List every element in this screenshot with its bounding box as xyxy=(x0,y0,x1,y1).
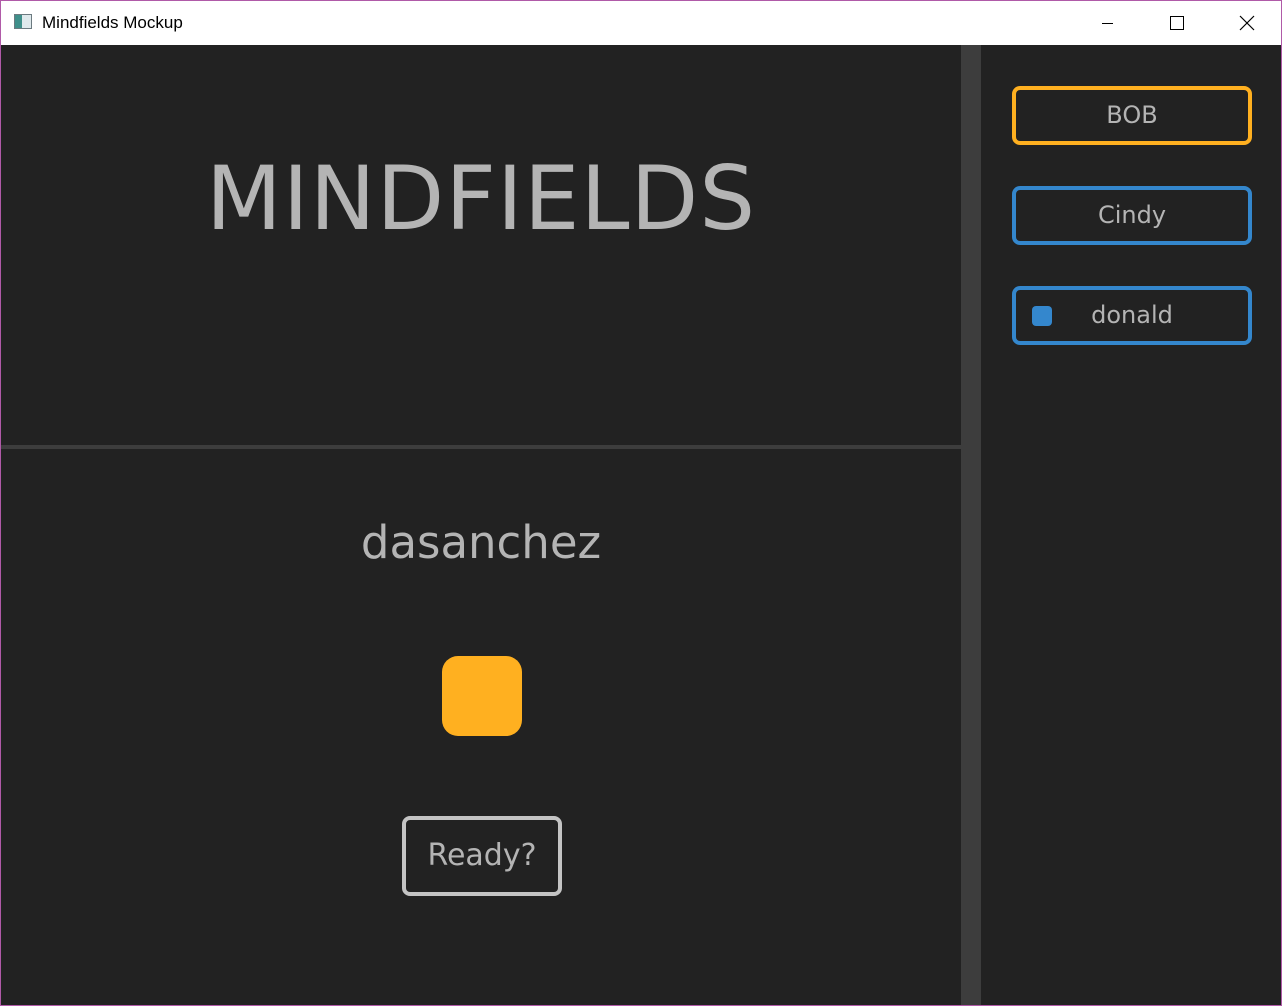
app-window: Mindfields Mockup MINDFIELDS dasanchez R… xyxy=(0,0,1282,1006)
player-color-swatch[interactable] xyxy=(442,656,522,736)
title-bar[interactable]: Mindfields Mockup xyxy=(1,1,1281,45)
player-card-donald[interactable]: donald xyxy=(1012,286,1252,345)
close-icon xyxy=(1239,15,1255,31)
vertical-splitter[interactable] xyxy=(961,45,981,1005)
player-ready-indicator xyxy=(1032,306,1052,326)
horizontal-divider xyxy=(1,445,961,449)
close-button[interactable] xyxy=(1212,1,1280,45)
game-title: MINDFIELDS xyxy=(205,147,757,250)
player-card-cindy[interactable]: Cindy xyxy=(1012,186,1252,245)
app-window-icon xyxy=(14,14,32,29)
username-label: dasanchez xyxy=(360,516,602,569)
player-name: BOB xyxy=(1106,101,1158,129)
player-card-bob[interactable]: BOB xyxy=(1012,86,1252,145)
ready-button[interactable]: Ready? xyxy=(402,816,562,896)
minimize-button[interactable] xyxy=(1073,1,1141,45)
player-name: donald xyxy=(1091,301,1173,329)
minimize-icon xyxy=(1102,23,1113,24)
maximize-button[interactable] xyxy=(1143,1,1211,45)
window-title: Mindfields Mockup xyxy=(42,13,183,32)
maximize-icon xyxy=(1170,16,1184,30)
player-name: Cindy xyxy=(1097,201,1167,229)
